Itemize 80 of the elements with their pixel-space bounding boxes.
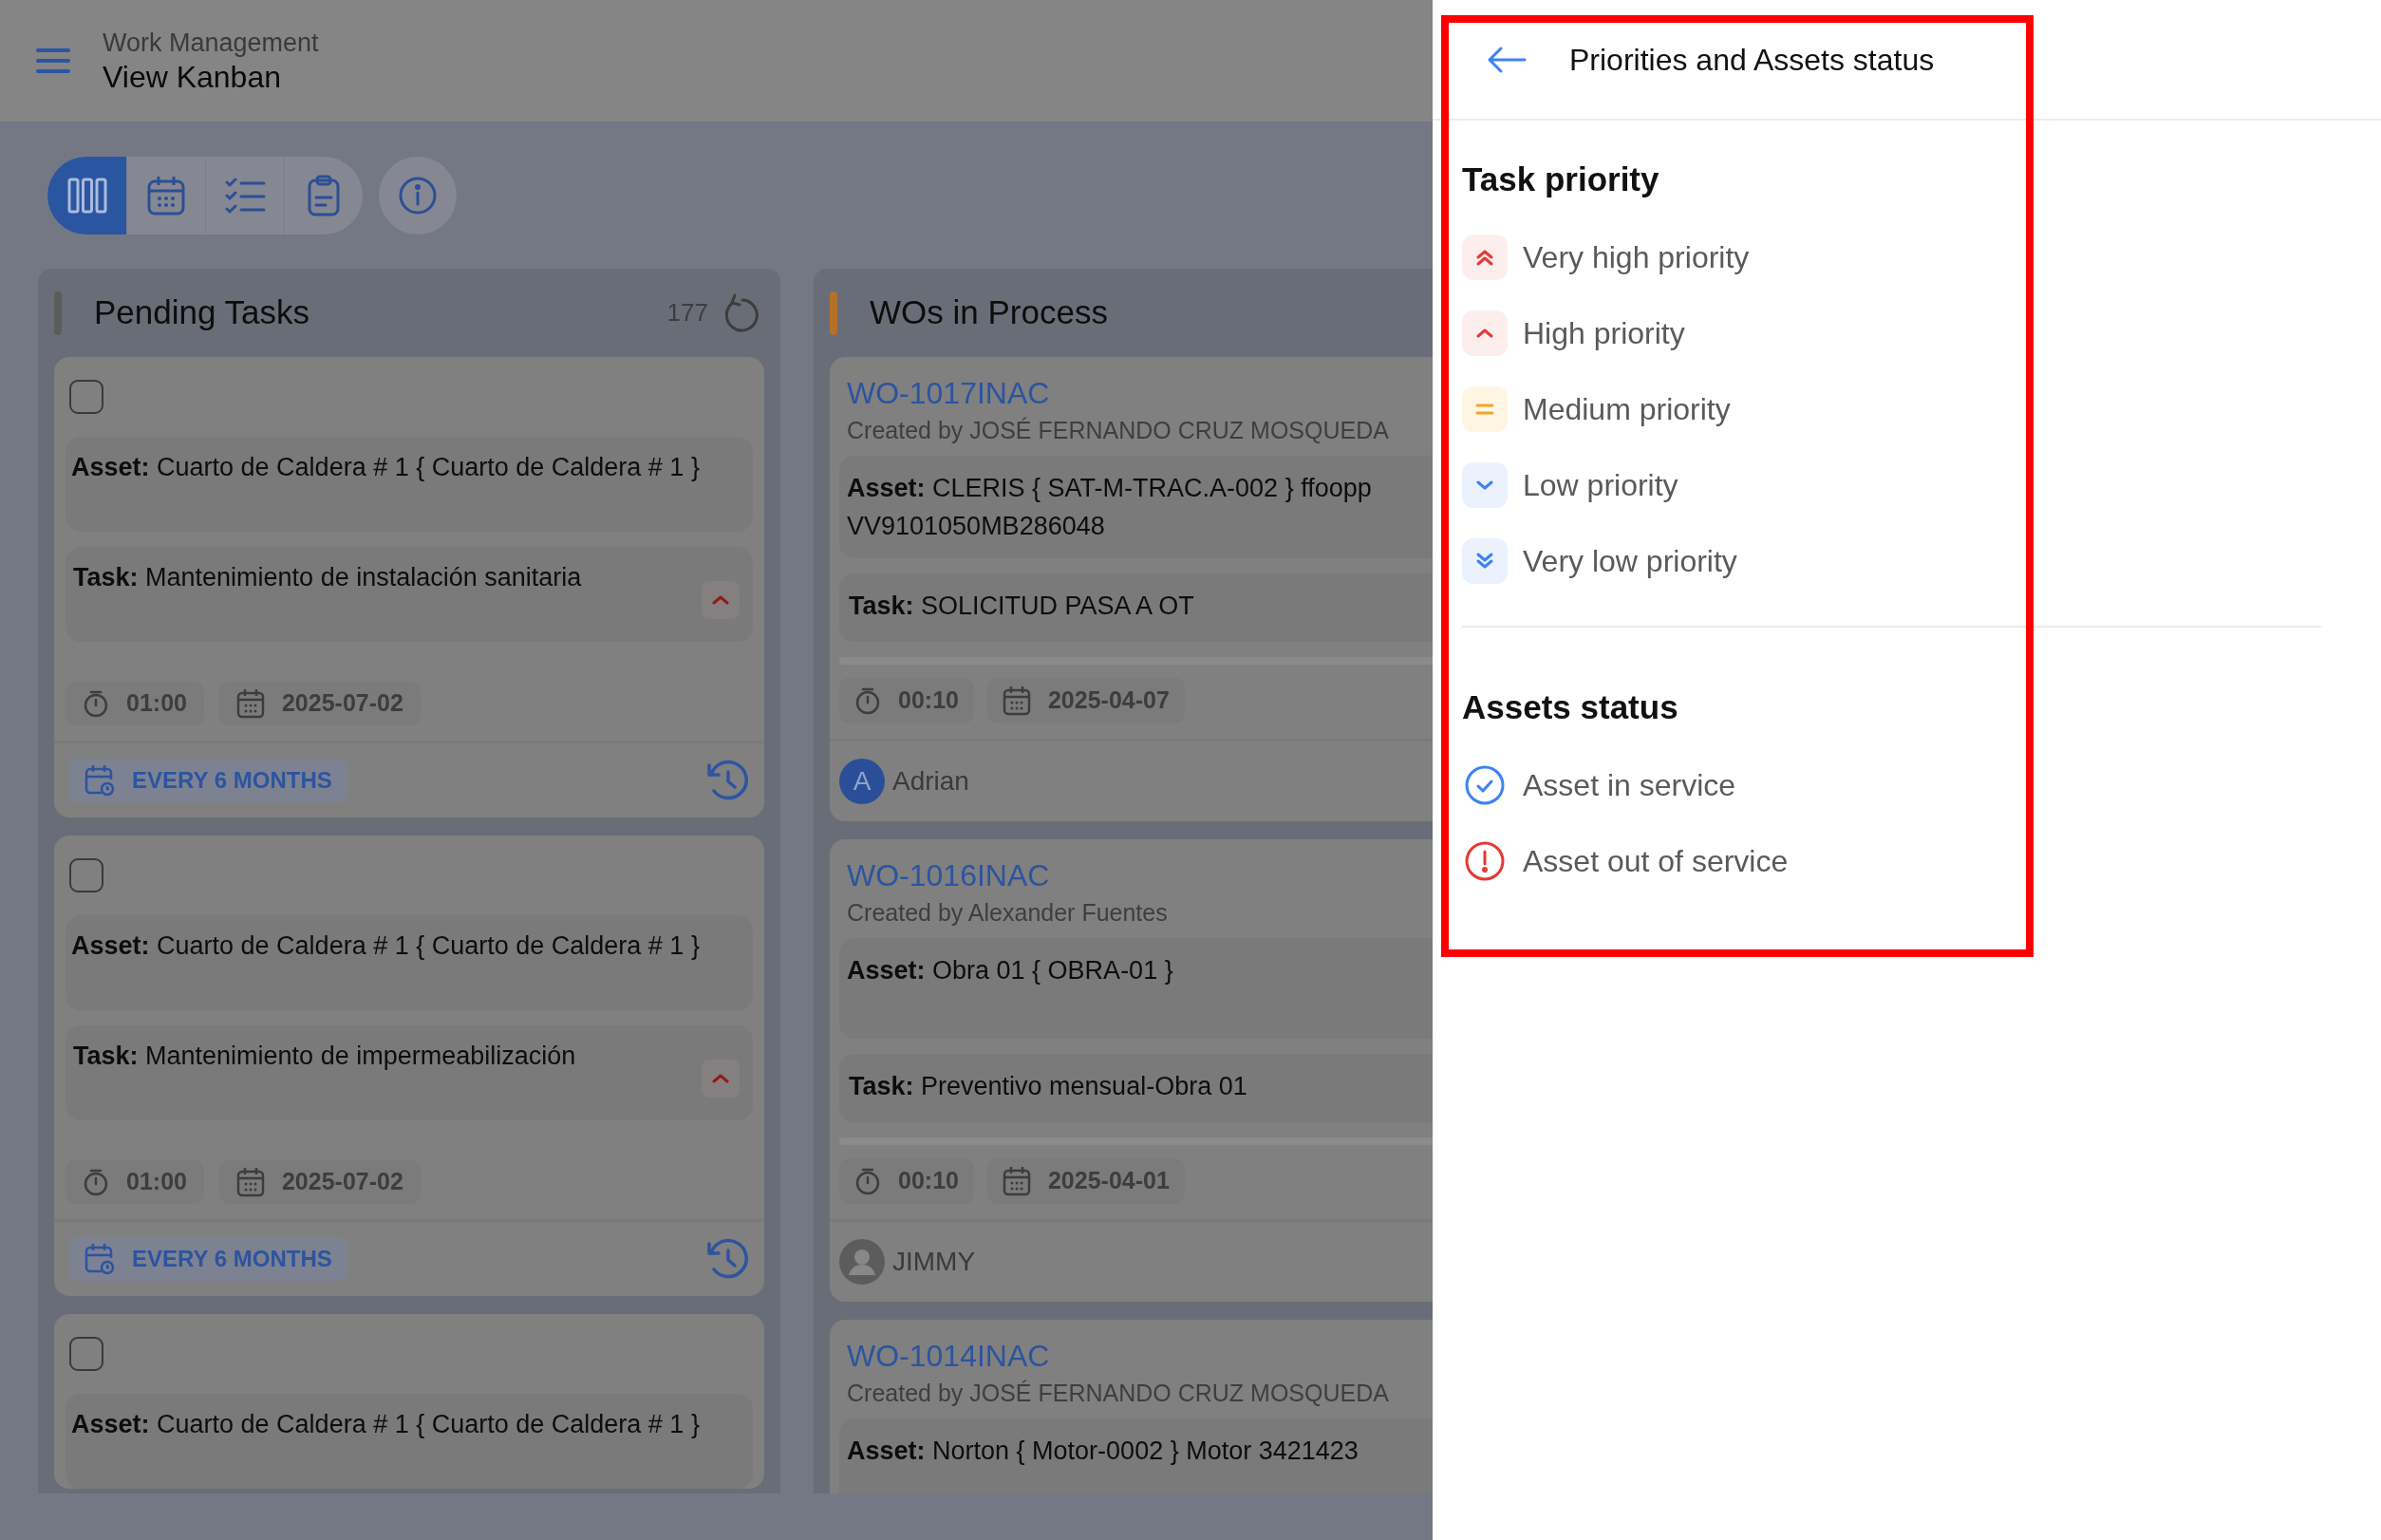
task-text: Task: Mantenimiento de instalación sanitaria: [73, 562, 583, 593]
checkbox[interactable]: [69, 380, 103, 414]
frequency-text: EVERY 6 MONTHS: [132, 766, 332, 795]
task-text: Task: SOLICITUD PASA A OT: [849, 591, 1195, 622]
avatar-initial: A: [853, 765, 872, 798]
panel-title: Priorities and Assets status: [1569, 41, 1935, 79]
calendar-icon: [1002, 1166, 1031, 1196]
asset-text: Asset: Cuarto de Caldera # 1 { Cuarto de Caldera # 1 }: [71, 930, 701, 962]
created-by-text: Created by JOSÉ FERNANDO CRUZ MOSQUEDA: [847, 416, 1390, 445]
work-order-card[interactable]: WO-1014INAC Created by JOSÉ FERNANDO CRUZ MOSQUEDA Asset: Norton { Motor-0002 } Motor 3421423: [830, 1320, 1433, 1493]
asset-text: Asset: Obra 01 { OBRA-01 }: [847, 955, 1174, 986]
double-chevron-up-icon: [1462, 235, 1508, 280]
checkbox[interactable]: [69, 858, 103, 892]
frequency-text: EVERY 6 MONTHS: [132, 1245, 332, 1273]
stopwatch-icon: [854, 686, 881, 715]
work-order-card[interactable]: WO-1016INAC Created by Alexander Fuentes Asset: Obra 01 { OBRA-01 } Task: Preventivo mensual-Obra 01 00:10 2025-04-01 JIMMY: [830, 839, 1433, 1302]
task-card[interactable]: Asset: Cuarto de Caldera # 1 { Cuarto de Caldera # 1 } Task: Mantenimiento de instalación sanitaria 01:00 2025-07-02 EVERY 6 MONTHS: [54, 357, 764, 817]
section-heading: Task priority: [1462, 160, 1660, 199]
legend-label: Asset in service: [1523, 767, 1736, 804]
task-text: Task: Preventivo mensual-Obra 01: [849, 1071, 1248, 1102]
history-icon[interactable]: [705, 760, 749, 801]
asset-text: Asset: Norton { Motor-0002 } Motor 3421423: [847, 1436, 1359, 1467]
legend-label: Very high priority: [1523, 239, 1750, 276]
chevron-down-icon: [1462, 462, 1508, 508]
menu-icon[interactable]: [36, 47, 70, 74]
page-title: View Kanban: [103, 59, 282, 95]
legend-label: Medium priority: [1523, 391, 1731, 428]
asset-text: Asset: Cuarto de Caldera # 1 { Cuarto de Caldera # 1 }: [71, 1409, 701, 1440]
check-circle-icon: [1464, 764, 1506, 806]
calendar-icon: [1002, 685, 1031, 716]
calendar-icon: [146, 174, 186, 216]
stopwatch-icon: [854, 1167, 881, 1195]
section-heading: Assets status: [1462, 687, 1679, 727]
history-icon[interactable]: [705, 1238, 749, 1280]
chevron-up-icon: [702, 581, 740, 619]
back-arrow-icon: [1487, 45, 1527, 74]
chevron-up-icon: [702, 1060, 740, 1098]
column-title: WOs in Process: [870, 292, 1108, 333]
task-count: 177: [666, 297, 708, 329]
legend-label: High priority: [1523, 315, 1685, 352]
duration-text: 01:00: [126, 1167, 187, 1197]
duration-text: 00:10: [898, 685, 959, 716]
date-text: 2025-04-01: [1047, 1166, 1170, 1196]
stopwatch-icon: [83, 689, 109, 718]
date-text: 2025-04-07: [1047, 685, 1170, 716]
calendar-icon: [235, 688, 265, 719]
calendar-clock-icon: [84, 764, 115, 797]
calendar-icon: [235, 1167, 265, 1197]
chevron-up-icon: [1462, 310, 1508, 356]
checkbox[interactable]: [69, 1337, 103, 1371]
columns-icon: [66, 176, 107, 215]
alert-circle-icon: [1464, 840, 1506, 882]
column-title: Pending Tasks: [94, 292, 309, 333]
created-by-text: Created by Alexander Fuentes: [847, 898, 1169, 928]
module-name: Work Management: [103, 28, 319, 59]
task-card[interactable]: Asset: Cuarto de Caldera # 1 { Cuarto de Caldera # 1 }: [54, 1314, 764, 1489]
view-tab[interactable]: [47, 156, 126, 235]
created-by-text: Created by JOSÉ FERNANDO CRUZ MOSQUEDA: [847, 1379, 1390, 1408]
equals-icon: [1462, 386, 1508, 432]
asset-text: Asset: CLERIS { SAT-M-TRAC.A-002 } ffoopp VV9101050MB286048: [847, 473, 1373, 542]
assignee-name: JIMMY: [892, 1246, 976, 1278]
double-chevron-down-icon: [1462, 538, 1508, 584]
checklist-icon: [224, 176, 266, 215]
asset-text: Asset: Cuarto de Caldera # 1 { Cuarto de Caldera # 1 }: [71, 452, 701, 483]
date-text: 2025-07-02: [281, 1167, 403, 1197]
legend-label: Low priority: [1523, 467, 1678, 504]
duration-text: 01:00: [126, 688, 187, 719]
calendar-clock-icon: [84, 1243, 115, 1275]
work-order-card[interactable]: WO-1017INAC Created by JOSÉ FERNANDO CRUZ MOSQUEDA Asset: CLERIS { SAT-M-TRAC.A-002 } ffoopp VV9101050MB286048 Task: SOLICITUD PASA A OT 00:10 2025-04-07 A Adrian: [830, 357, 1433, 821]
duration-text: 00:10: [898, 1166, 959, 1196]
legend-label: Asset out of service: [1523, 843, 1789, 880]
task-text: Task: Mantenimiento de impermeabilización: [73, 1041, 577, 1072]
user-avatar-icon: [839, 1239, 885, 1285]
date-text: 2025-07-02: [281, 688, 403, 719]
info-icon: [398, 175, 438, 216]
legend-label: Very low priority: [1523, 543, 1737, 580]
stopwatch-icon: [83, 1168, 109, 1196]
clipboard-icon: [307, 174, 341, 216]
task-card[interactable]: Asset: Cuarto de Caldera # 1 { Cuarto de Caldera # 1 } Task: Mantenimiento de impermeabilización 01:00 2025-07-02 EVERY 6 MONTHS: [54, 836, 764, 1296]
assignee-name: Adrian: [892, 765, 969, 798]
